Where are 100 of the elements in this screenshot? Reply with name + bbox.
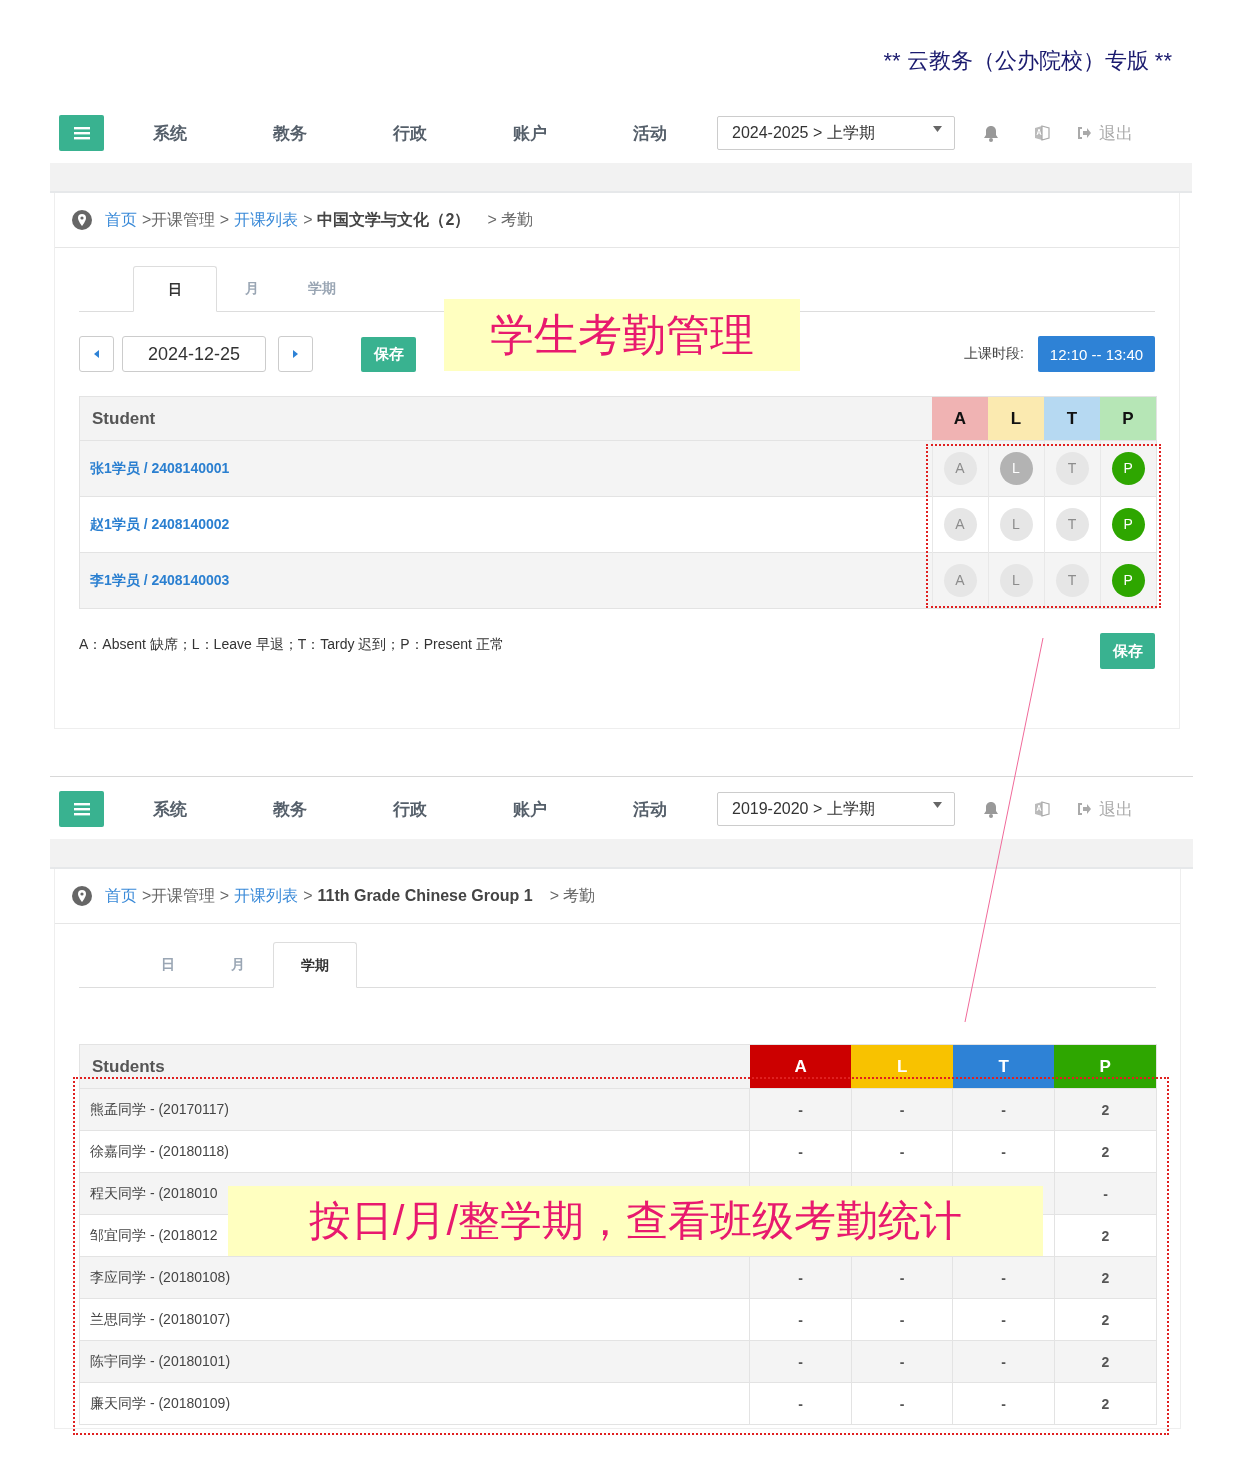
breadcrumb-text: >	[303, 211, 313, 229]
attendance-toggle[interactable]: A	[943, 564, 977, 597]
attendance-toggle[interactable]: L	[999, 508, 1033, 541]
translate-icon[interactable]	[1034, 125, 1050, 141]
period-label: 上课时段:	[964, 345, 1024, 363]
student-name: 熊孟同学 - (20170117)	[90, 1100, 229, 1117]
count-cell: -	[1001, 1395, 1006, 1412]
attendance-toggle[interactable]: P	[1111, 508, 1145, 541]
nav-menu-item[interactable]: 行政	[350, 797, 470, 821]
save-button[interactable]: 保存	[1100, 633, 1155, 669]
menu-button[interactable]	[59, 115, 104, 151]
edition-title: ** 云教务（公办院校）专版 **	[882, 47, 1173, 75]
breadcrumb-text: >开课管理 >	[142, 885, 230, 906]
attendance-toggle[interactable]: T	[1055, 564, 1089, 597]
attendance-toggle[interactable]: T	[1055, 452, 1089, 485]
count-cell: 2	[1101, 1269, 1110, 1286]
caret-icon	[933, 126, 942, 132]
column-header: A	[932, 396, 988, 441]
previous-day-button[interactable]	[79, 336, 114, 372]
breadcrumb-link[interactable]: 首页	[105, 885, 137, 907]
attendance-toggle[interactable]: L	[999, 564, 1033, 597]
attendance-toggle[interactable]: A	[943, 508, 977, 541]
count-cell: -	[1001, 1353, 1006, 1370]
nav-menu-item[interactable]: 系统	[110, 797, 230, 821]
tab[interactable]: 日	[133, 266, 217, 312]
term-select[interactable]: 2024-2025 > 上学期	[717, 116, 955, 150]
attendance-toggle[interactable]: P	[1111, 452, 1145, 485]
callout-note: 学生考勤管理	[444, 299, 800, 371]
tab[interactable]: 学期	[273, 942, 357, 988]
column-header: P	[1100, 396, 1157, 441]
nav-menu-item[interactable]: 教务	[230, 121, 350, 145]
tab[interactable]: 月	[217, 266, 287, 311]
count-cell: 2	[1101, 1101, 1110, 1118]
menu-icon	[73, 802, 90, 816]
breadcrumb-link[interactable]: 开课列表	[234, 209, 299, 231]
breadcrumb-text: 中国文学与文化（2）	[317, 209, 471, 230]
count-cell: -	[1001, 1101, 1006, 1118]
student-name: 徐嘉同学 - (20180118)	[90, 1142, 229, 1159]
nav-menu-item[interactable]: 账户	[470, 121, 590, 145]
breadcrumb-link[interactable]: 开课列表	[234, 885, 299, 907]
date-field[interactable]: 2024-12-25	[122, 336, 266, 372]
count-cell: -	[798, 1101, 803, 1118]
attendance-toggle[interactable]: T	[1055, 508, 1089, 541]
nav-menu-item[interactable]: 行政	[350, 121, 470, 145]
count-cell: -	[1001, 1311, 1006, 1328]
attendance-toggle[interactable]: L	[999, 452, 1033, 485]
column-header: T	[952, 1044, 1055, 1089]
location-pin-icon	[72, 210, 92, 230]
student-name: 李应同学 - (20180108)	[90, 1268, 231, 1285]
count-cell: -	[798, 1269, 803, 1286]
column-header: P	[1054, 1044, 1157, 1089]
count-cell: 2	[1101, 1227, 1110, 1244]
tab[interactable]: 学期	[287, 266, 357, 311]
breadcrumb-text: >	[303, 887, 313, 905]
nav-menu-item[interactable]: 账户	[470, 797, 590, 821]
count-cell: -	[1001, 1269, 1006, 1286]
student-link[interactable]: 赵1学员 / 2408140002	[90, 516, 230, 532]
period-button[interactable]: 12:10 -- 13:40	[1038, 336, 1155, 372]
student-name: 陈宇同学 - (20180101)	[90, 1352, 231, 1369]
menu-button[interactable]	[59, 791, 104, 827]
nav-menu-item[interactable]: 活动	[590, 797, 710, 821]
student-name: 程天同学 - (2018010	[90, 1184, 218, 1201]
breadcrumb-text: > 考勤	[487, 209, 534, 230]
legend-text: A：Absent 缺席；L：Leave 早退；T：Tardy 迟到；P：Present 正常	[79, 636, 504, 654]
count-cell: -	[1103, 1185, 1108, 1202]
count-cell: -	[899, 1269, 905, 1286]
column-header: T	[1044, 396, 1100, 441]
tab[interactable]: 月	[203, 942, 273, 987]
count-cell: -	[1001, 1143, 1006, 1160]
translate-icon[interactable]	[1034, 801, 1050, 817]
nav-menu-item[interactable]: 教务	[230, 797, 350, 821]
student-name: 邹宜同学 - (2018012	[90, 1226, 218, 1243]
tab[interactable]: 日	[133, 942, 203, 987]
column-header: Students	[79, 1044, 750, 1089]
student-link[interactable]: 张1学员 / 2408140001	[90, 460, 230, 476]
breadcrumb-text: 11th Grade Chinese Group 1	[317, 887, 533, 905]
logout-link[interactable]: 退出	[1077, 797, 1133, 821]
logout-link[interactable]: 退出	[1077, 121, 1133, 145]
bell-icon[interactable]	[983, 124, 999, 142]
attendance-toggle[interactable]: P	[1111, 564, 1145, 597]
count-cell: -	[798, 1143, 803, 1160]
nav-menu-item[interactable]: 系统	[110, 121, 230, 145]
term-select[interactable]: 2019-2020 > 上学期	[717, 792, 955, 826]
nav-menu-item[interactable]: 活动	[590, 121, 710, 145]
count-cell: 2	[1101, 1353, 1110, 1370]
count-cell: -	[798, 1311, 803, 1328]
left-caret-icon	[94, 350, 99, 358]
bell-icon[interactable]	[983, 800, 999, 818]
logout-icon	[1077, 127, 1091, 139]
breadcrumb-link[interactable]: 首页	[105, 209, 137, 231]
attendance-toggle[interactable]: A	[943, 452, 977, 485]
student-link[interactable]: 李1学员 / 2408140003	[90, 572, 230, 588]
column-header: L	[988, 396, 1044, 441]
count-cell: 2	[1101, 1143, 1110, 1160]
column-header: Student	[79, 396, 932, 441]
logout-icon	[1077, 803, 1091, 815]
column-header: L	[851, 1044, 953, 1089]
save-button[interactable]: 保存	[361, 336, 416, 372]
count-cell: 2	[1101, 1311, 1110, 1328]
next-day-button[interactable]	[278, 336, 313, 372]
